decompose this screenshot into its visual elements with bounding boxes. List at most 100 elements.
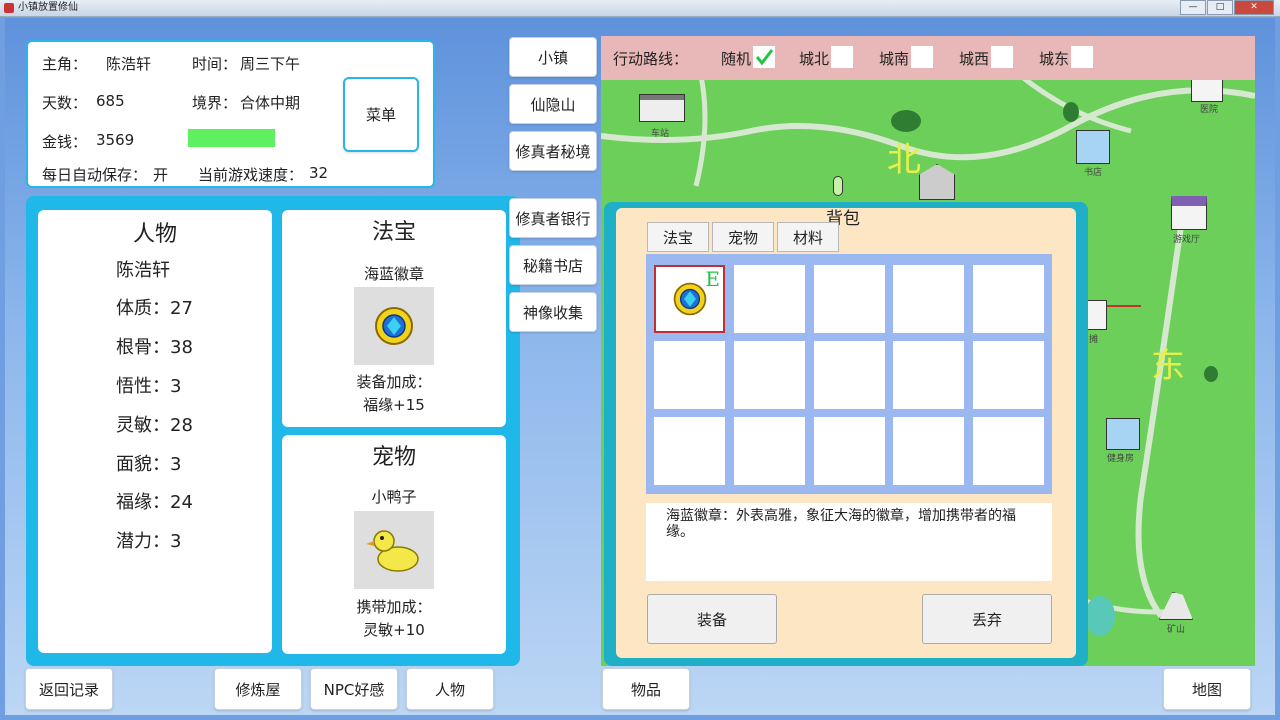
pond-icon <box>1085 596 1115 636</box>
route-random-checkbox[interactable] <box>753 46 775 68</box>
back-record-button[interactable]: 返回记录 <box>25 668 113 710</box>
route-west-label: 城西 <box>959 50 990 68</box>
pet-name: 小鸭子 <box>371 488 417 506</box>
character-title: 人物 <box>132 222 177 247</box>
tree-icon <box>1204 366 1218 382</box>
speed-label: 当前游戏速度： <box>198 166 304 184</box>
route-south-label: 城南 <box>879 50 910 68</box>
route-east-label: 城东 <box>1039 50 1070 68</box>
bush-icon <box>833 176 843 196</box>
blue-gem-badge-icon <box>375 307 413 345</box>
route-west-checkbox[interactable] <box>991 46 1013 68</box>
north-marker: 北 <box>887 140 921 180</box>
inventory-slot[interactable] <box>973 265 1044 333</box>
minimize-button[interactable]: — <box>1180 0 1206 15</box>
stall-label: 摊 <box>1089 335 1099 345</box>
money-label: 金钱： <box>42 133 88 151</box>
nav-town-button[interactable]: 小镇 <box>509 37 597 77</box>
stat-appearance: 面貌：3 <box>116 454 182 475</box>
autosave-label: 每日自动保存： <box>42 166 148 184</box>
inventory-slot[interactable] <box>973 341 1044 409</box>
pet-bonus: 灵敏+10 <box>363 621 425 639</box>
nav-bookstore-button[interactable]: 秘籍书店 <box>509 245 597 285</box>
inventory-slot[interactable] <box>734 265 805 333</box>
character-button[interactable]: 人物 <box>406 668 494 710</box>
route-north-checkbox[interactable] <box>831 46 853 68</box>
treasure-bonus: 福缘+15 <box>363 396 425 414</box>
inventory-slot[interactable] <box>734 417 805 485</box>
stat-fortune: 福缘：24 <box>116 492 193 513</box>
training-room-button[interactable]: 修炼屋 <box>214 668 302 710</box>
nav-secret-realm-button[interactable]: 修真者秘境 <box>509 131 597 171</box>
menu-button[interactable]: 菜单 <box>343 77 419 152</box>
protagonist-label: 主角： <box>42 55 88 73</box>
tab-pet[interactable]: 宠物 <box>712 222 774 252</box>
gym-label: 健身房 <box>1107 454 1135 464</box>
time-label: 时间： <box>192 55 238 73</box>
close-button[interactable]: ✕ <box>1234 0 1274 15</box>
autosave-value: 开 <box>153 166 169 184</box>
inventory-slot[interactable] <box>814 265 885 333</box>
treasure-card: 法宝 海蓝徽章 装备加成： 福缘+15 <box>282 210 506 427</box>
inventory-slot[interactable] <box>734 341 805 409</box>
inventory-slot[interactable] <box>893 341 964 409</box>
route-north-label: 城北 <box>799 50 830 68</box>
inventory-slot[interactable] <box>973 417 1044 485</box>
east-marker: 东 <box>1151 346 1185 386</box>
bookstore-label: 书店 <box>1084 168 1103 178</box>
treasure-bonus-label: 装备加成： <box>356 373 432 391</box>
equip-button[interactable]: 装备 <box>647 594 777 644</box>
inventory-slot[interactable] <box>814 341 885 409</box>
tree-icon <box>891 110 921 132</box>
character-name: 陈浩轩 <box>116 260 170 281</box>
pet-card: 宠物 小鸭子 携带加成： 灵敏+10 <box>282 435 506 654</box>
character-card: 人物 陈浩轩 体质：27 根骨：38 悟性：3 灵敏：28 面貌：3 福缘：24… <box>38 210 272 653</box>
time-value: 周三下午 <box>240 55 301 73</box>
item-description: 海蓝徽章：外表高雅，象征大海的徽章，增加携带者的福缘。 <box>646 503 1052 581</box>
realm-value: 合体中期 <box>240 94 301 112</box>
days-label: 天数： <box>42 94 88 112</box>
treasure-name: 海蓝徽章 <box>363 265 424 283</box>
arcade-building-icon <box>1171 196 1207 230</box>
station-label: 车站 <box>651 129 670 139</box>
map-button[interactable]: 地图 <box>1163 668 1251 710</box>
nav-mountain-button[interactable]: 仙隐山 <box>509 84 597 124</box>
blue-gem-badge-icon <box>673 282 707 316</box>
inventory-slot[interactable] <box>814 417 885 485</box>
stat-constitution: 体质：27 <box>116 298 193 319</box>
inventory-slot[interactable] <box>893 417 964 485</box>
maximize-button[interactable]: □ <box>1207 0 1233 15</box>
pet-slot[interactable] <box>354 511 434 589</box>
mine-label: 矿山 <box>1167 625 1186 635</box>
window-title: 小镇放置修仙 <box>18 2 78 13</box>
route-random-label: 随机 <box>721 50 752 68</box>
pet-title: 宠物 <box>371 445 416 470</box>
route-label: 行动路线： <box>613 50 689 68</box>
inventory-slot[interactable] <box>654 417 725 485</box>
gym-building-icon <box>1106 418 1140 450</box>
npc-affinity-button[interactable]: NPC好感 <box>310 668 398 710</box>
route-south-checkbox[interactable] <box>911 46 933 68</box>
station-building-icon <box>639 94 685 122</box>
treasure-slot[interactable] <box>354 287 434 365</box>
stat-agility: 灵敏：28 <box>116 415 193 436</box>
discard-button[interactable]: 丢弃 <box>922 594 1052 644</box>
app-icon <box>4 3 14 13</box>
tab-treasure[interactable]: 法宝 <box>647 222 709 252</box>
stat-comprehension: 悟性：3 <box>116 376 182 397</box>
nav-statues-button[interactable]: 神像收集 <box>509 292 597 332</box>
title-bar: 小镇放置修仙 — □ ✕ <box>0 0 1280 17</box>
inventory-slot-selected[interactable]: E <box>654 265 725 333</box>
equipped-mark: E <box>705 267 720 291</box>
treasure-title: 法宝 <box>371 220 416 245</box>
tab-material[interactable]: 材料 <box>777 222 839 252</box>
route-east-checkbox[interactable] <box>1071 46 1093 68</box>
checkmark-icon <box>755 49 774 66</box>
route-bar: 行动路线： 随机 城北 城南 城西 城东 <box>601 36 1255 80</box>
inventory-slot[interactable] <box>654 341 725 409</box>
inventory-slot[interactable] <box>893 265 964 333</box>
protagonist-name: 陈浩轩 <box>106 55 152 73</box>
stall-building-icon <box>1085 300 1107 330</box>
nav-bank-button[interactable]: 修真者银行 <box>509 198 597 238</box>
items-button[interactable]: 物品 <box>602 668 690 710</box>
